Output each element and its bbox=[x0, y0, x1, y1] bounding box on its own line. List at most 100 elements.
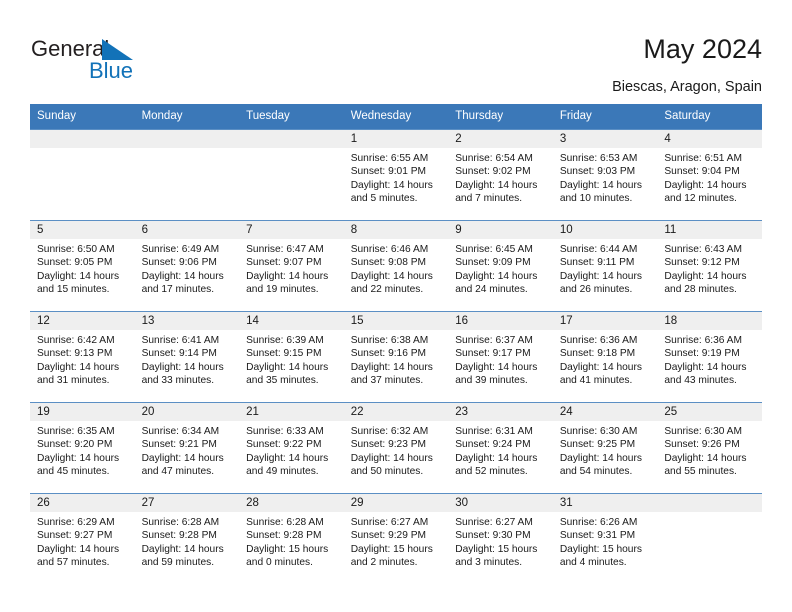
sunrise-text: Sunrise: 6:28 AM bbox=[246, 517, 324, 528]
calendar-day-cell[interactable]: 6 Sunrise: 6:49 AM Sunset: 9:06 PM Daylight… bbox=[134, 220, 240, 312]
calendar-day-cell[interactable]: 2 Sunrise: 6:54 AM Sunset: 9:02 PM Daylight… bbox=[448, 129, 553, 221]
sunset-text: Sunset: 9:08 PM bbox=[350, 257, 427, 269]
sunset-text: Sunset: 9:01 PM bbox=[350, 166, 427, 178]
sunset-text: Sunset: 9:13 PM bbox=[37, 348, 113, 360]
daylight-text-line2: and 35 minutes. bbox=[246, 375, 319, 387]
daylight-text-line1: Daylight: 14 hours bbox=[141, 270, 224, 282]
daylight-text-line1: Daylight: 14 hours bbox=[141, 361, 224, 373]
calendar-day-cell[interactable]: 12 Sunrise: 6:42 AM Sunset: 9:13 PM Dayligh… bbox=[30, 311, 135, 403]
daylight-text-line2: and 54 minutes. bbox=[559, 466, 633, 478]
sunset-text: Sunset: 9:06 PM bbox=[141, 257, 217, 269]
page-subtitle: Biescas, Aragon, Spain bbox=[612, 79, 762, 95]
day-details: Sunrise: 6:46 AM Sunset: 9:08 PM Daylight:… bbox=[344, 239, 449, 297]
daylight-text-line1: Daylight: 14 hours bbox=[246, 452, 329, 464]
day-details: Sunrise: 6:42 AM Sunset: 9:13 PM Daylight:… bbox=[30, 330, 135, 388]
daylight-text-line1: Daylight: 14 hours bbox=[559, 270, 642, 282]
day-number: 2 bbox=[448, 130, 553, 148]
daylight-text-line1: Daylight: 14 hours bbox=[559, 179, 642, 191]
calendar-day-cell[interactable]: 9 Sunrise: 6:45 AM Sunset: 9:09 PM Daylight… bbox=[448, 220, 553, 312]
calendar-day-cell[interactable]: 23 Sunrise: 6:31 AM Sunset: 9:24 PM Dayligh… bbox=[448, 402, 553, 494]
daylight-text-line2: and 49 minutes. bbox=[246, 466, 319, 478]
day-details: Sunrise: 6:27 AM Sunset: 9:30 PM Daylight:… bbox=[448, 512, 553, 570]
day-details: Sunrise: 6:51 AM Sunset: 9:04 PM Daylight:… bbox=[657, 148, 762, 206]
calendar-day-cell[interactable]: 21 Sunrise: 6:33 AM Sunset: 9:22 PM Dayligh… bbox=[239, 402, 344, 494]
calendar-day-cell[interactable]: 19 Sunrise: 6:35 AM Sunset: 9:20 PM Dayligh… bbox=[30, 402, 135, 494]
sunrise-text: Sunrise: 6:29 AM bbox=[37, 517, 115, 528]
daylight-text-line1: Daylight: 14 hours bbox=[664, 361, 747, 373]
weekday-header-tuesday: Tuesday bbox=[239, 104, 344, 130]
daylight-text-line2: and 41 minutes. bbox=[559, 375, 633, 387]
daylight-text-line2: and 10 minutes. bbox=[559, 193, 633, 205]
calendar-day-cell[interactable]: 13 Sunrise: 6:41 AM Sunset: 9:14 PM Dayligh… bbox=[134, 311, 240, 403]
day-details: Sunrise: 6:54 AM Sunset: 9:02 PM Daylight:… bbox=[448, 148, 553, 206]
sunrise-text: Sunrise: 6:26 AM bbox=[559, 517, 638, 528]
daylight-text-line2: and 5 minutes. bbox=[350, 193, 418, 205]
sunset-text: Sunset: 9:29 PM bbox=[350, 530, 427, 542]
calendar-day-cell[interactable]: 28 Sunrise: 6:28 AM Sunset: 9:28 PM Dayligh… bbox=[239, 493, 344, 585]
weekday-header-wednesday: Wednesday bbox=[343, 104, 449, 130]
calendar-day-cell[interactable]: 16 Sunrise: 6:37 AM Sunset: 9:17 PM Dayligh… bbox=[448, 311, 553, 403]
daylight-text-line1: Daylight: 14 hours bbox=[350, 452, 433, 464]
daylight-text-line2: and 28 minutes. bbox=[664, 284, 737, 296]
calendar-day-cell[interactable]: 3 Sunrise: 6:53 AM Sunset: 9:03 PM Daylight… bbox=[552, 129, 658, 221]
sunset-text: Sunset: 9:21 PM bbox=[141, 439, 217, 451]
calendar-day-cell[interactable]: 20 Sunrise: 6:34 AM Sunset: 9:21 PM Dayligh… bbox=[134, 402, 240, 494]
calendar-day-cell[interactable]: 22 Sunrise: 6:32 AM Sunset: 9:23 PM Dayligh… bbox=[343, 402, 449, 494]
daylight-text-line2: and 50 minutes. bbox=[350, 466, 424, 478]
calendar-day-cell[interactable]: 8 Sunrise: 6:46 AM Sunset: 9:08 PM Daylight… bbox=[343, 220, 449, 312]
calendar-day-cell[interactable]: 1 Sunrise: 6:55 AM Sunset: 9:01 PM Daylight… bbox=[343, 129, 449, 221]
daylight-text-line1: Daylight: 14 hours bbox=[350, 270, 433, 282]
daylight-text-line1: Daylight: 14 hours bbox=[455, 452, 538, 464]
day-number: 18 bbox=[657, 312, 762, 330]
daylight-text-line2: and 31 minutes. bbox=[37, 375, 110, 387]
calendar-day-cell[interactable]: 10 Sunrise: 6:44 AM Sunset: 9:11 PM Dayligh… bbox=[552, 220, 658, 312]
day-number: 5 bbox=[30, 221, 135, 239]
daylight-text-line1: Daylight: 14 hours bbox=[664, 179, 747, 191]
calendar-week-row: 26 Sunrise: 6:29 AM Sunset: 9:27 PM Dayligh… bbox=[30, 493, 762, 585]
daylight-text-line2: and 19 minutes. bbox=[246, 284, 319, 296]
day-number: 6 bbox=[134, 221, 240, 239]
calendar-day-cell[interactable]: 5 Sunrise: 6:50 AM Sunset: 9:05 PM Daylight… bbox=[30, 220, 135, 312]
weekday-header-monday: Monday bbox=[134, 104, 240, 130]
daylight-text-line2: and 17 minutes. bbox=[141, 284, 215, 296]
calendar-page: General Blue May 2024 Biescas, Aragon, S… bbox=[0, 0, 792, 612]
calendar-day-cell[interactable]: 14 Sunrise: 6:39 AM Sunset: 9:15 PM Dayligh… bbox=[239, 311, 344, 403]
calendar-day-cell[interactable]: 24 Sunrise: 6:30 AM Sunset: 9:25 PM Dayligh… bbox=[552, 402, 658, 494]
daylight-text-line1: Daylight: 14 hours bbox=[350, 361, 433, 373]
daylight-text-line1: Daylight: 14 hours bbox=[141, 452, 224, 464]
calendar-day-cell[interactable]: 30 Sunrise: 6:27 AM Sunset: 9:30 PM Dayligh… bbox=[448, 493, 553, 585]
day-details: Sunrise: 6:55 AM Sunset: 9:01 PM Daylight:… bbox=[344, 148, 449, 206]
day-number: 27 bbox=[134, 494, 240, 512]
daylight-text-line2: and 15 minutes. bbox=[37, 284, 110, 296]
sunrise-text: Sunrise: 6:45 AM bbox=[455, 244, 533, 255]
sunrise-text: Sunrise: 6:33 AM bbox=[246, 426, 324, 437]
day-details: Sunrise: 6:31 AM Sunset: 9:24 PM Daylight:… bbox=[448, 421, 553, 479]
day-number bbox=[30, 130, 135, 148]
calendar-day-cell[interactable]: 7 Sunrise: 6:47 AM Sunset: 9:07 PM Daylight… bbox=[239, 220, 344, 312]
sunrise-text: Sunrise: 6:32 AM bbox=[350, 426, 429, 437]
day-number: 14 bbox=[239, 312, 344, 330]
day-number bbox=[239, 130, 344, 148]
calendar-day-cell[interactable]: 4 Sunrise: 6:51 AM Sunset: 9:04 PM Daylight… bbox=[657, 129, 762, 221]
weekday-header-saturday: Saturday bbox=[657, 104, 762, 130]
daylight-text-line2: and 47 minutes. bbox=[141, 466, 215, 478]
calendar-day-cell[interactable]: 26 Sunrise: 6:29 AM Sunset: 9:27 PM Dayligh… bbox=[30, 493, 135, 585]
day-details: Sunrise: 6:26 AM Sunset: 9:31 PM Daylight:… bbox=[553, 512, 658, 570]
calendar-day-cell[interactable]: 15 Sunrise: 6:38 AM Sunset: 9:16 PM Dayligh… bbox=[343, 311, 449, 403]
weekday-header-sunday: Sunday bbox=[30, 104, 135, 130]
calendar-day-cell[interactable]: 27 Sunrise: 6:28 AM Sunset: 9:28 PM Dayligh… bbox=[134, 493, 240, 585]
general-blue-logo[interactable]: General Blue bbox=[31, 36, 231, 88]
day-details: Sunrise: 6:38 AM Sunset: 9:16 PM Daylight:… bbox=[344, 330, 449, 388]
calendar-cell-empty bbox=[30, 129, 135, 221]
calendar-day-cell[interactable]: 11 Sunrise: 6:43 AM Sunset: 9:12 PM Dayligh… bbox=[657, 220, 762, 312]
daylight-text-line2: and 45 minutes. bbox=[37, 466, 110, 478]
calendar-day-cell[interactable]: 29 Sunrise: 6:27 AM Sunset: 9:29 PM Dayligh… bbox=[343, 493, 449, 585]
calendar-day-cell[interactable]: 31 Sunrise: 6:26 AM Sunset: 9:31 PM Dayligh… bbox=[552, 493, 658, 585]
sunrise-text: Sunrise: 6:51 AM bbox=[664, 153, 742, 164]
calendar-day-cell[interactable]: 25 Sunrise: 6:30 AM Sunset: 9:26 PM Dayligh… bbox=[657, 402, 762, 494]
calendar-day-cell[interactable]: 17 Sunrise: 6:36 AM Sunset: 9:18 PM Dayligh… bbox=[552, 311, 658, 403]
daylight-text-line1: Daylight: 14 hours bbox=[455, 179, 538, 191]
daylight-text-line1: Daylight: 14 hours bbox=[559, 452, 642, 464]
calendar-day-cell[interactable]: 18 Sunrise: 6:36 AM Sunset: 9:19 PM Dayligh… bbox=[657, 311, 762, 403]
day-details: Sunrise: 6:28 AM Sunset: 9:28 PM Daylight:… bbox=[135, 512, 240, 570]
